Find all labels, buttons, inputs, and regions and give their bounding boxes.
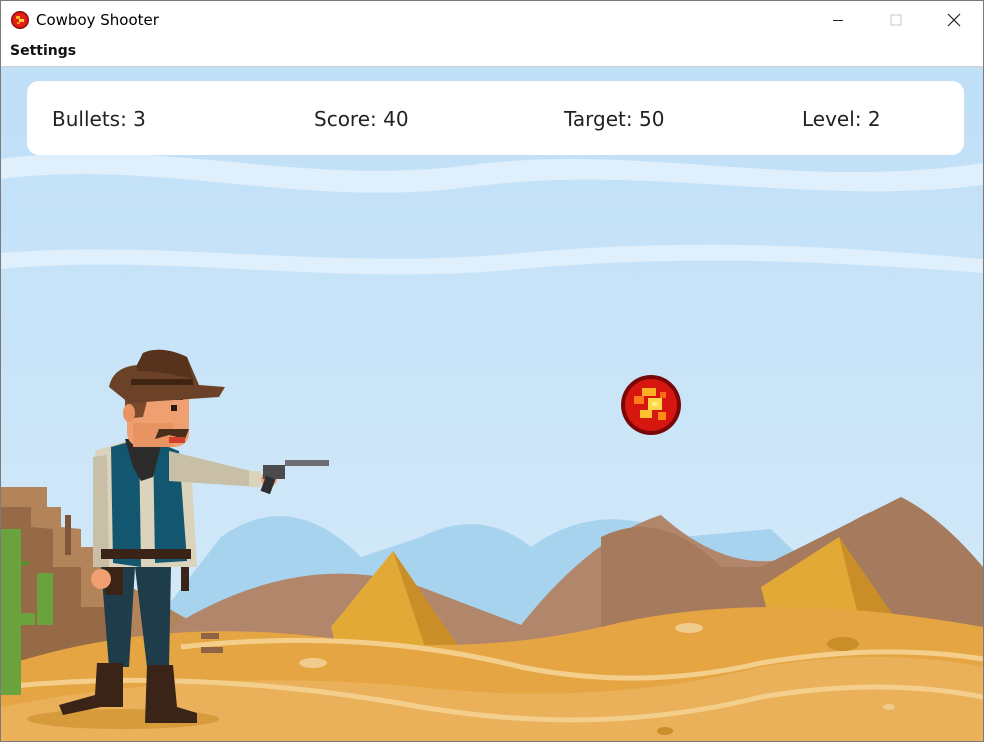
game-window: Cowboy Shooter Settings Bullets: 3 Score… bbox=[0, 0, 984, 742]
bullets-counter: Bullets: 3 bbox=[52, 107, 146, 131]
target-counter: Target: 50 bbox=[564, 107, 665, 131]
minimize-button[interactable] bbox=[809, 1, 867, 39]
window-title: Cowboy Shooter bbox=[36, 11, 159, 29]
menu-settings[interactable]: Settings bbox=[10, 43, 76, 59]
game-scene[interactable]: Bullets: 3 Score: 40 Target: 50 Level: 2 bbox=[1, 67, 983, 741]
score-counter: Score: 40 bbox=[314, 107, 409, 131]
minimize-icon bbox=[833, 20, 843, 21]
close-button[interactable] bbox=[925, 1, 983, 39]
revolver bbox=[260, 460, 329, 495]
fireball-icon bbox=[11, 11, 29, 29]
close-icon bbox=[947, 13, 961, 27]
level-counter: Level: 2 bbox=[802, 107, 881, 131]
title-bar[interactable]: Cowboy Shooter bbox=[1, 1, 983, 39]
fireball-target[interactable] bbox=[620, 374, 682, 436]
maximize-icon bbox=[890, 14, 902, 26]
hud-panel: Bullets: 3 Score: 40 Target: 50 Level: 2 bbox=[27, 81, 964, 155]
menu-bar: Settings bbox=[1, 39, 983, 67]
cowboy-character bbox=[27, 349, 329, 729]
maximize-button[interactable] bbox=[867, 1, 925, 39]
